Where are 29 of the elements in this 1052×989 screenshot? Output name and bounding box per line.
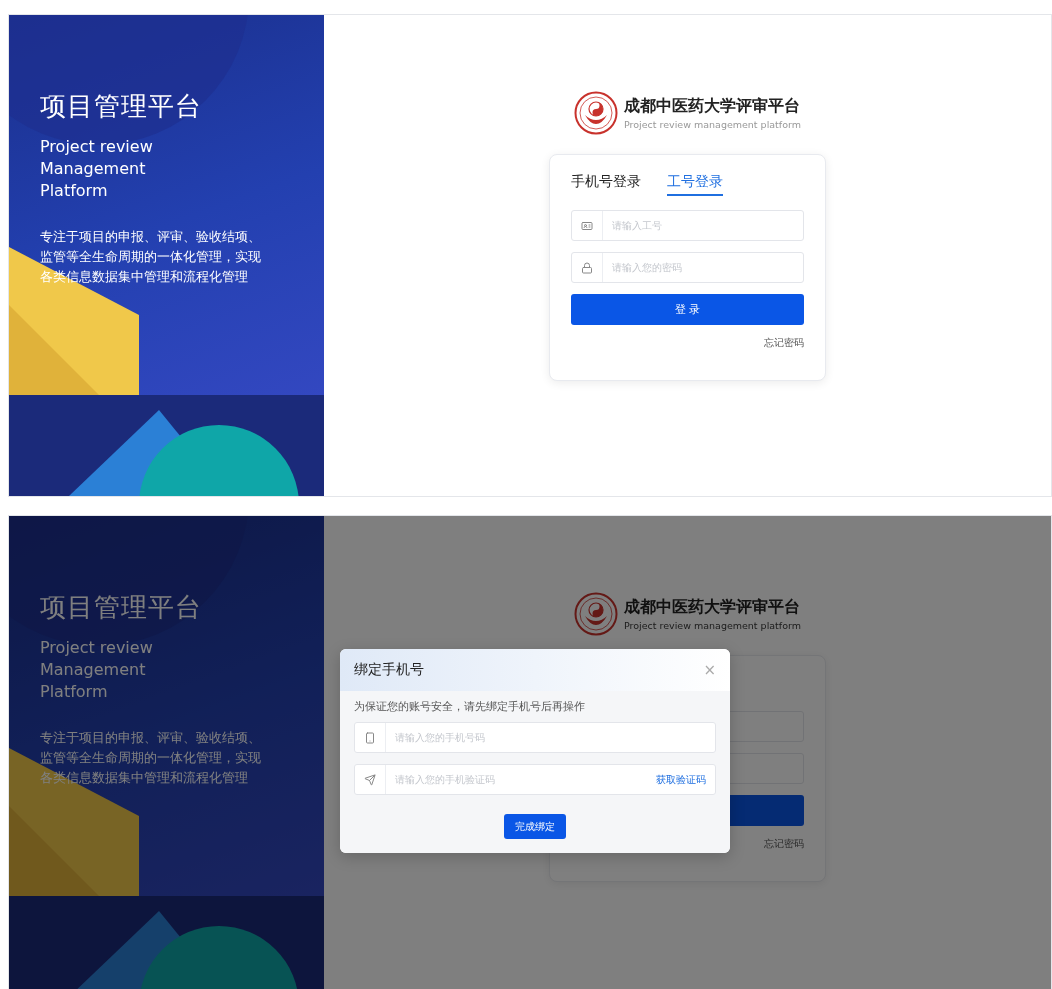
hero-subtitle: Management	[40, 158, 147, 180]
paper-plane-icon	[364, 773, 376, 786]
forgot-password-link[interactable]: 忘记密码	[764, 336, 804, 350]
login-button[interactable]: 登 录	[571, 294, 804, 325]
brand-tagline: Project review management platform	[624, 620, 801, 631]
emblem-icon	[574, 91, 618, 135]
hero-subtitle: Project review	[40, 136, 154, 158]
hero-subtitle: Platform	[40, 681, 109, 703]
dialog-title: 绑定手机号	[354, 661, 424, 679]
login-tab[interactable]: 工号登录	[667, 173, 723, 196]
brand-name: 成都中医药大学评审平台	[624, 96, 801, 117]
hero-title: 项目管理平台	[40, 591, 203, 624]
hero-description: 专注于项目的申报、评审、验收结项、监管等全生命周期的一体化管理，实现各类信息数据集中管理和流程化管理	[40, 228, 262, 286]
brand-tagline: Project review management platform	[624, 119, 801, 130]
id-card-icon	[581, 219, 593, 232]
forgot-password-link[interactable]: 忘记密码	[764, 837, 804, 851]
get-code-link[interactable]: 获取验证码	[647, 772, 715, 787]
smartphone-icon	[364, 731, 376, 744]
bind-button[interactable]: 完成绑定	[504, 814, 566, 839]
login-tab[interactable]: 手机号登录	[571, 173, 641, 196]
hero-subtitle: Management	[40, 659, 147, 681]
lock-icon	[581, 261, 593, 274]
hero-description: 专注于项目的申报、评审、验收结项、监管等全生命周期的一体化管理，实现各类信息数据集中管理和流程化管理	[40, 729, 262, 787]
emblem-icon	[574, 592, 618, 636]
brand-name: 成都中医药大学评审平台	[624, 597, 801, 618]
hero-subtitle: Platform	[40, 180, 109, 202]
hero-title: 项目管理平台	[40, 90, 203, 123]
hero-subtitle: Project review	[40, 637, 154, 659]
dialog-hint: 为保证您的账号安全，请先绑定手机号后再操作	[354, 699, 586, 714]
